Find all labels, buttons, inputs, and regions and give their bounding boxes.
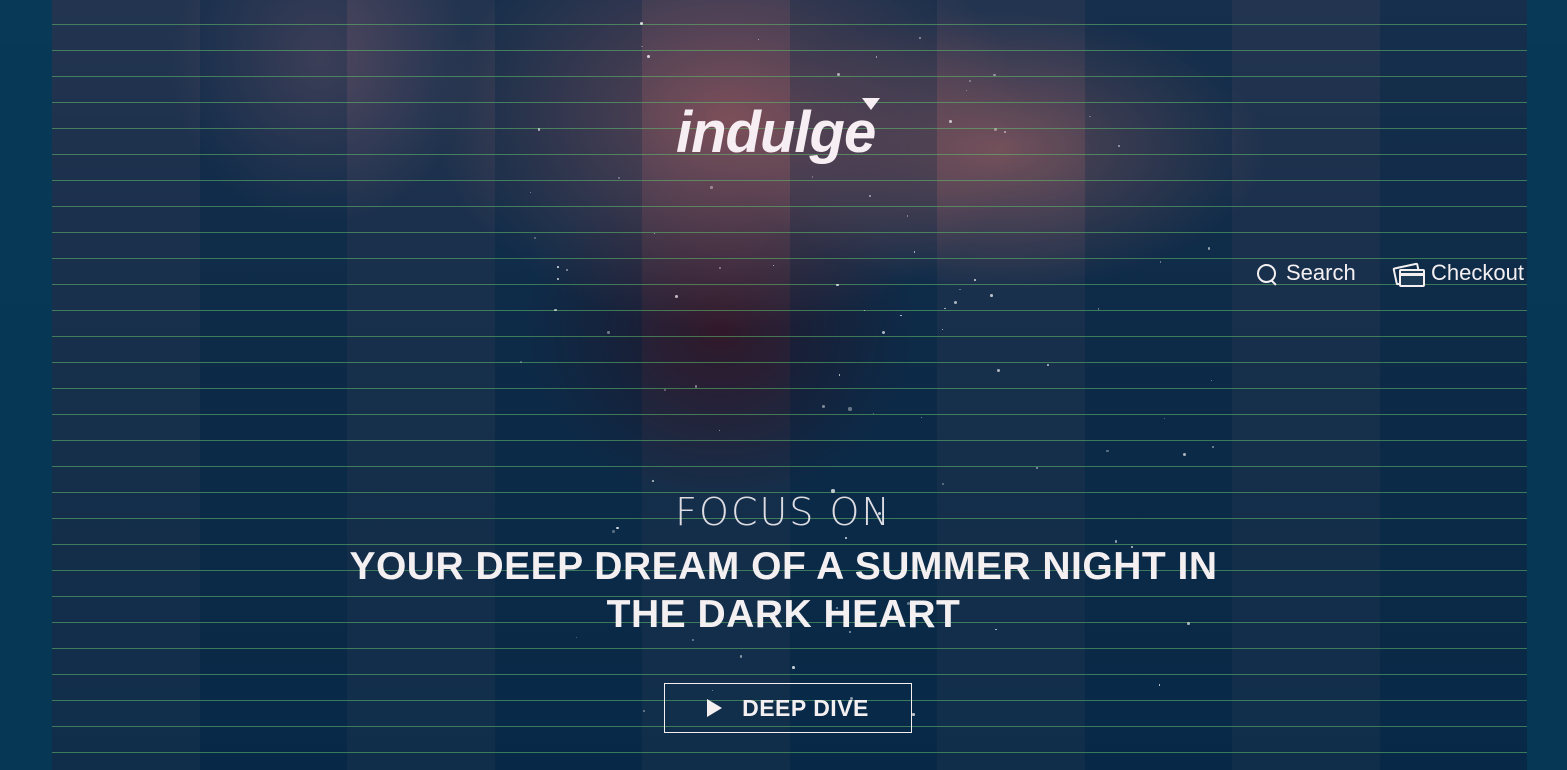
credit-cards-icon [1392, 262, 1425, 287]
bubble [556, 266, 559, 269]
nav-search-label: Search [1286, 260, 1356, 285]
bubble [566, 268, 568, 271]
deep-dive-label: DEEP DIVE [742, 694, 869, 721]
bubble [821, 405, 825, 408]
bubble [792, 665, 795, 669]
hero-headline-line-1: YOUR DEEP DREAM OF A SUMMER NIGHT IN [349, 545, 1218, 588]
bubble [1207, 247, 1210, 250]
bubble [694, 385, 698, 388]
bubble [919, 36, 922, 39]
search-icon [1256, 262, 1278, 286]
bubble [941, 328, 943, 330]
bubble [848, 407, 852, 411]
bubble [1163, 417, 1165, 420]
grid-margin-left [0, 0, 52, 770]
bubble [691, 638, 694, 642]
bubble [948, 120, 952, 124]
bubble [718, 266, 721, 269]
bubble [973, 279, 976, 282]
bubble [642, 709, 645, 713]
hero-headline-line-2: THE DARK HEART [606, 593, 961, 636]
bubble [617, 176, 621, 179]
bubble [652, 480, 654, 482]
bubble [989, 293, 993, 297]
deep-dive-button[interactable]: DEEP DIVE [664, 683, 912, 733]
logo-accent-icon [862, 98, 880, 110]
bubble [674, 295, 678, 299]
bubble [1097, 308, 1100, 310]
bubble [994, 127, 998, 131]
bubble [1159, 261, 1162, 263]
nav-search-link[interactable]: Search [1256, 258, 1356, 288]
grid-margin-right [1527, 0, 1567, 770]
bubble [993, 73, 996, 76]
bubble [1036, 467, 1038, 470]
bubble [912, 712, 916, 716]
play-icon [707, 699, 723, 717]
bubble [959, 288, 961, 291]
nav-checkout-label: Checkout [1431, 260, 1524, 285]
hero-headline: YOUR DEEP DREAM OF A SUMMER NIGHT IN THE… [300, 543, 1267, 639]
nav-checkout-link[interactable]: Checkout [1392, 258, 1524, 288]
bubble [881, 330, 885, 334]
bubble [710, 185, 713, 189]
bubble [1117, 144, 1120, 147]
bubble [529, 191, 531, 194]
hero-eyebrow: FOCUS ON [675, 490, 892, 534]
bubble [1089, 115, 1091, 118]
bubble [1047, 364, 1049, 367]
bubble [845, 537, 847, 540]
